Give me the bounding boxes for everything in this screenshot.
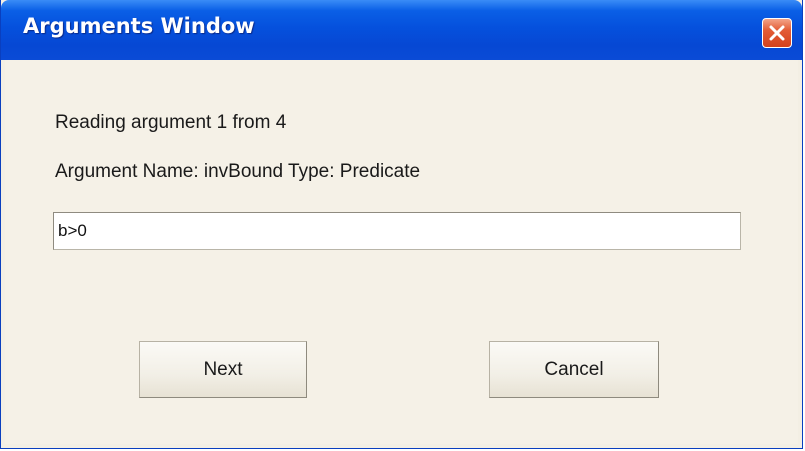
cancel-button[interactable]: Cancel (489, 341, 659, 398)
window-title: Arguments Window (23, 14, 255, 38)
close-button[interactable] (762, 18, 792, 48)
next-button[interactable]: Next (139, 341, 307, 398)
dialog-body: Reading argument 1 from 4 Argument Name:… (5, 60, 798, 444)
argument-value-input[interactable] (53, 212, 741, 250)
close-icon (769, 25, 785, 41)
argument-info-label: Argument Name: invBound Type: Predicate (55, 161, 421, 182)
reading-status-label: Reading argument 1 from 4 (55, 112, 287, 133)
title-bar[interactable]: Arguments Window (1, 0, 802, 60)
arguments-dialog: Arguments Window Reading argument 1 from… (0, 0, 803, 449)
